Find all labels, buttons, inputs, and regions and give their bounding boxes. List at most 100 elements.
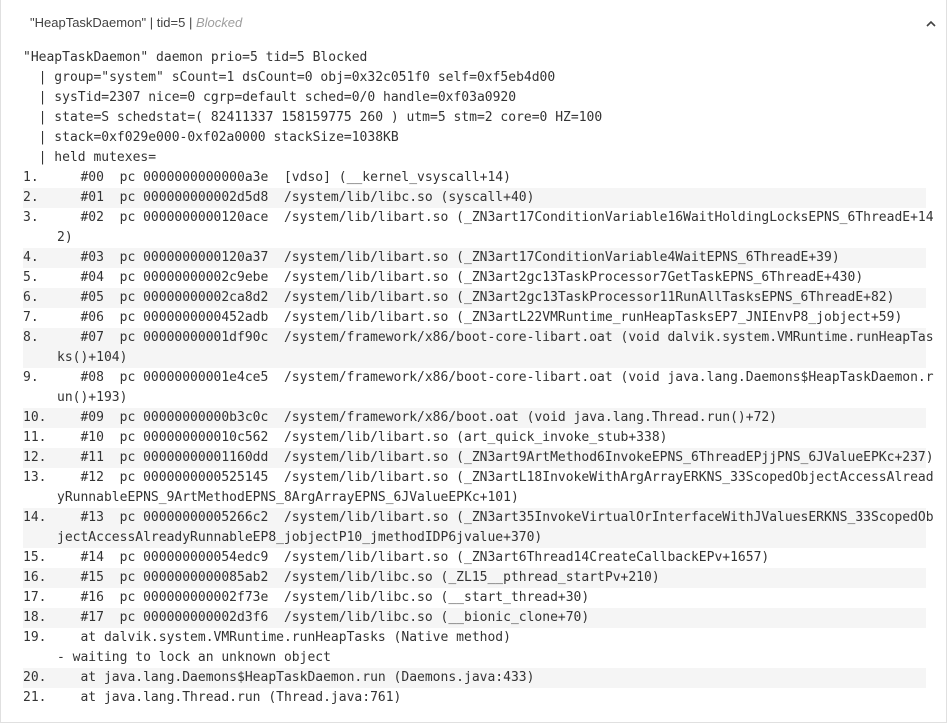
- thread-header[interactable]: "HeapTaskDaemon" | tid=5 | Blocked: [1, 0, 946, 48]
- frame-row: 18. #17 pc 000000000002d3f6 /system/lib/…: [23, 608, 926, 628]
- frame-number: 14.: [23, 510, 47, 525]
- frame-number: 20.: [23, 670, 47, 685]
- frame-number: 18.: [23, 610, 47, 625]
- frame-number: 6.: [23, 290, 39, 305]
- frame-line: #11 pc 00000000001160dd /system/lib/liba…: [57, 450, 934, 465]
- frame-text: #17 pc 000000000002d3f6 /system/lib/libc…: [57, 608, 926, 628]
- frame-text: #01 pc 000000000002d5d8 /system/lib/libc…: [57, 188, 926, 208]
- frame-number: 1.: [23, 170, 39, 185]
- frame-number: 11.: [23, 430, 47, 445]
- frame-line: #02 pc 0000000000120ace /system/lib/liba…: [57, 210, 934, 225]
- info-line: | sysTid=2307 nice=0 cgrp=default sched=…: [23, 90, 517, 105]
- frame-number: 10.: [23, 410, 47, 425]
- frame-row: 11. #10 pc 000000000010c562 /system/lib/…: [23, 428, 926, 448]
- frame-line: #13 pc 00000000005266c2 /system/lib/liba…: [57, 510, 934, 525]
- frame-line: at java.lang.Thread.run (Thread.java:761…: [57, 690, 402, 705]
- frame-line: #16 pc 000000000002f73e /system/lib/libc…: [57, 590, 590, 605]
- frame-row: 19. at dalvik.system.VMRuntime.runHeapTa…: [23, 628, 926, 668]
- frame-row: 20. at java.lang.Daemons$HeapTaskDaemon.…: [23, 668, 926, 688]
- frame-row: 7. #06 pc 0000000000452adb /system/lib/l…: [23, 308, 926, 328]
- frame-line: #03 pc 0000000000120a37 /system/lib/liba…: [57, 250, 840, 265]
- frame-number: 17.: [23, 590, 47, 605]
- frame-line: at dalvik.system.VMRuntime.runHeapTasks …: [57, 630, 511, 645]
- frame-number: 3.: [23, 210, 39, 225]
- frame-line: #17 pc 000000000002d3f6 /system/lib/libc…: [57, 610, 590, 625]
- frame-line: at java.lang.Daemons$HeapTaskDaemon.run …: [57, 670, 535, 685]
- frame-line: #15 pc 0000000000085ab2 /system/lib/libc…: [57, 570, 660, 585]
- frame-row: 16. #15 pc 0000000000085ab2 /system/lib/…: [23, 568, 926, 588]
- thread-tid: tid=5: [156, 15, 186, 30]
- frame-text: #09 pc 00000000000b3c0c /system/framewor…: [57, 408, 926, 428]
- frame-line: #09 pc 00000000000b3c0c /system/framewor…: [57, 410, 778, 425]
- frame-line: #14 pc 000000000054edc9 /system/lib/liba…: [57, 550, 770, 565]
- frame-number: 15.: [23, 550, 47, 565]
- frame-number: 8.: [23, 330, 39, 345]
- frame-text: #05 pc 00000000002ca8d2 /system/lib/liba…: [57, 288, 926, 308]
- frame-number: 2.: [23, 190, 39, 205]
- frame-text: #00 pc 0000000000000a3e [vdso] (__kernel…: [57, 168, 926, 188]
- frame-line-continued: un()+193): [57, 390, 128, 405]
- frame-number: 13.: [23, 470, 47, 485]
- frame-text: #13 pc 00000000005266c2 /system/lib/liba…: [57, 508, 934, 548]
- info-line: | group="system" sCount=1 dsCount=0 obj=…: [23, 70, 556, 85]
- frame-number: 16.: [23, 570, 47, 585]
- frame-line: #12 pc 0000000000525145 /system/lib/liba…: [57, 470, 934, 485]
- frame-text: #08 pc 00000000001e4ce5 /system/framewor…: [57, 368, 934, 408]
- frame-text: #04 pc 00000000002c9ebe /system/lib/liba…: [57, 268, 926, 288]
- thread-title: "HeapTaskDaemon" | tid=5 | Blocked: [30, 15, 242, 30]
- frame-text: #16 pc 000000000002f73e /system/lib/libc…: [57, 588, 926, 608]
- frame-list: 1. #00 pc 0000000000000a3e [vdso] (__ker…: [23, 168, 934, 708]
- frame-row: 8. #07 pc 00000000001df90c /system/frame…: [23, 328, 934, 368]
- frame-line: #08 pc 00000000001e4ce5 /system/framewor…: [57, 370, 934, 385]
- frame-line: #00 pc 0000000000000a3e [vdso] (__kernel…: [57, 170, 511, 185]
- frame-row: 13. #12 pc 0000000000525145 /system/lib/…: [23, 468, 934, 508]
- thread-panel: "HeapTaskDaemon" | tid=5 | Blocked "Heap…: [0, 0, 947, 723]
- frame-row: 10. #09 pc 00000000000b3c0c /system/fram…: [23, 408, 926, 428]
- frame-text: #14 pc 000000000054edc9 /system/lib/liba…: [57, 548, 926, 568]
- frame-text: #03 pc 0000000000120a37 /system/lib/liba…: [57, 248, 926, 268]
- thread-info: "HeapTaskDaemon" daemon prio=5 tid=5 Blo…: [23, 48, 926, 168]
- frame-row: 12. #11 pc 00000000001160dd /system/lib/…: [23, 448, 934, 468]
- frame-number: 7.: [23, 310, 39, 325]
- info-line: "HeapTaskDaemon" daemon prio=5 tid=5 Blo…: [23, 50, 368, 65]
- frame-line-continued: ks()+104): [57, 350, 128, 365]
- separator: |: [185, 15, 196, 30]
- frame-row: 6. #05 pc 00000000002ca8d2 /system/lib/l…: [23, 288, 926, 308]
- frame-line-continued: - waiting to lock an unknown object: [57, 650, 331, 665]
- frame-number: 5.: [23, 270, 39, 285]
- frame-number: 4.: [23, 250, 39, 265]
- frame-text: #15 pc 0000000000085ab2 /system/lib/libc…: [57, 568, 926, 588]
- frame-line: #01 pc 000000000002d5d8 /system/lib/libc…: [57, 190, 535, 205]
- frame-text: at java.lang.Daemons$HeapTaskDaemon.run …: [57, 668, 926, 688]
- frame-row: 4. #03 pc 0000000000120a37 /system/lib/l…: [23, 248, 926, 268]
- frame-line-continued: 2): [57, 230, 73, 245]
- frame-text: #10 pc 000000000010c562 /system/lib/liba…: [57, 428, 926, 448]
- frame-number: 19.: [23, 630, 47, 645]
- frame-line: #10 pc 000000000010c562 /system/lib/liba…: [57, 430, 668, 445]
- frame-text: #06 pc 0000000000452adb /system/lib/liba…: [57, 308, 926, 328]
- frame-line: #06 pc 0000000000452adb /system/lib/liba…: [57, 310, 903, 325]
- info-line: | state=S schedstat=( 82411337 158159775…: [23, 110, 603, 125]
- frame-line: #07 pc 00000000001df90c /system/framewor…: [57, 330, 934, 345]
- frame-line: #05 pc 00000000002ca8d2 /system/lib/liba…: [57, 290, 895, 305]
- info-line: | held mutexes=: [23, 150, 157, 165]
- stack-trace: "HeapTaskDaemon" daemon prio=5 tid=5 Blo…: [23, 48, 934, 708]
- frame-row: 21. at java.lang.Thread.run (Thread.java…: [23, 688, 926, 708]
- thread-status: Blocked: [195, 15, 243, 30]
- frame-row: 2. #01 pc 000000000002d5d8 /system/lib/l…: [23, 188, 926, 208]
- frame-number: 9.: [23, 370, 39, 385]
- frame-number: 12.: [23, 450, 47, 465]
- frame-line-continued: jectAccessAlreadyRunnableEP8_jobjectP10_…: [57, 530, 543, 545]
- separator: |: [146, 15, 157, 30]
- frame-row: 17. #16 pc 000000000002f73e /system/lib/…: [23, 588, 926, 608]
- frame-line-continued: yRunnableEPNS_9ArtMethodEPNS_8ArgArrayEP…: [57, 490, 519, 505]
- frame-row: 9. #08 pc 00000000001e4ce5 /system/frame…: [23, 368, 934, 408]
- frame-text: at dalvik.system.VMRuntime.runHeapTasks …: [57, 628, 926, 668]
- frame-row: 15. #14 pc 000000000054edc9 /system/lib/…: [23, 548, 926, 568]
- frame-text: #07 pc 00000000001df90c /system/framewor…: [57, 328, 934, 368]
- frame-line: #04 pc 00000000002c9ebe /system/lib/liba…: [57, 270, 864, 285]
- frame-text: #11 pc 00000000001160dd /system/lib/liba…: [57, 448, 934, 468]
- chevron-up-icon[interactable]: [922, 15, 940, 33]
- frame-text: #12 pc 0000000000525145 /system/lib/liba…: [57, 468, 934, 508]
- frame-row: 14. #13 pc 00000000005266c2 /system/lib/…: [23, 508, 934, 548]
